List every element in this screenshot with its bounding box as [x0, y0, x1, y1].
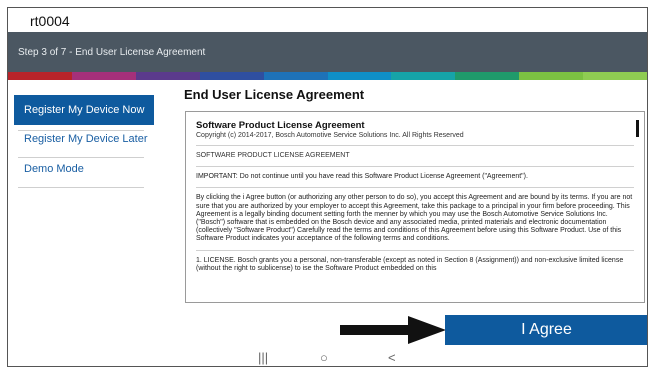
step-header: Step 3 of 7 - End User License Agreement: [8, 32, 647, 72]
brand-color-segment: [519, 72, 584, 80]
brand-color-segment: [199, 72, 264, 80]
sidebar-item-register-later[interactable]: Register My Device Later: [14, 124, 154, 154]
brand-color-segment: [391, 72, 456, 80]
license-important: IMPORTANT: Do not continue until you hav…: [196, 173, 528, 181]
license-copyright: Copyright (c) 2014-2017, Bosch Automotiv…: [196, 132, 464, 139]
license-text-area[interactable]: Software Product License Agreement Copyr…: [185, 111, 645, 303]
license-paragraph-1: By clicking the i Agree button (or autho…: [196, 194, 633, 243]
license-divider: [196, 145, 634, 146]
step-indicator: Step 3 of 7 - End User License Agreement: [18, 47, 206, 58]
sidebar-item-demo-mode[interactable]: Demo Mode: [14, 154, 154, 184]
brand-color-segment: [455, 72, 520, 80]
license-heading: Software Product License Agreement: [196, 120, 365, 131]
brand-color-segment: [8, 72, 72, 80]
home-icon[interactable]: ○: [320, 350, 328, 365]
recent-apps-icon[interactable]: |||: [258, 350, 268, 365]
system-nav-bar: ||| ○ <: [8, 348, 647, 366]
i-agree-button[interactable]: I Agree: [445, 315, 647, 345]
window-title: rt0004: [30, 13, 70, 29]
license-divider: [196, 187, 634, 189]
sidebar-divider: [18, 187, 144, 188]
license-divider: [196, 249, 634, 251]
app-window: rt0004 Step 3 of 7 - End User License Ag…: [7, 7, 648, 367]
license-paragraph-2: 1. LICENSE. Bosch grants you a personal,…: [196, 256, 624, 272]
license-caps-title: SOFTWARE PRODUCT LICENSE AGREEMENT: [196, 152, 350, 159]
license-divider: [196, 166, 634, 168]
brand-color-segment: [135, 72, 200, 80]
pointer-arrow-icon: [340, 316, 446, 344]
page-title: End User License Agreement: [184, 87, 365, 102]
brand-color-segment: [327, 72, 392, 80]
brand-color-segment: [263, 72, 328, 80]
sidebar: Register My Device Now Register My Devic…: [8, 80, 158, 366]
brand-color-strip: [8, 72, 647, 80]
back-icon[interactable]: <: [388, 350, 396, 365]
title-bar: rt0004: [8, 8, 647, 32]
brand-color-segment: [71, 72, 136, 80]
brand-color-segment: [583, 72, 647, 80]
sidebar-item-register-now[interactable]: Register My Device Now: [14, 95, 154, 125]
scrollbar-thumb[interactable]: [636, 120, 639, 137]
